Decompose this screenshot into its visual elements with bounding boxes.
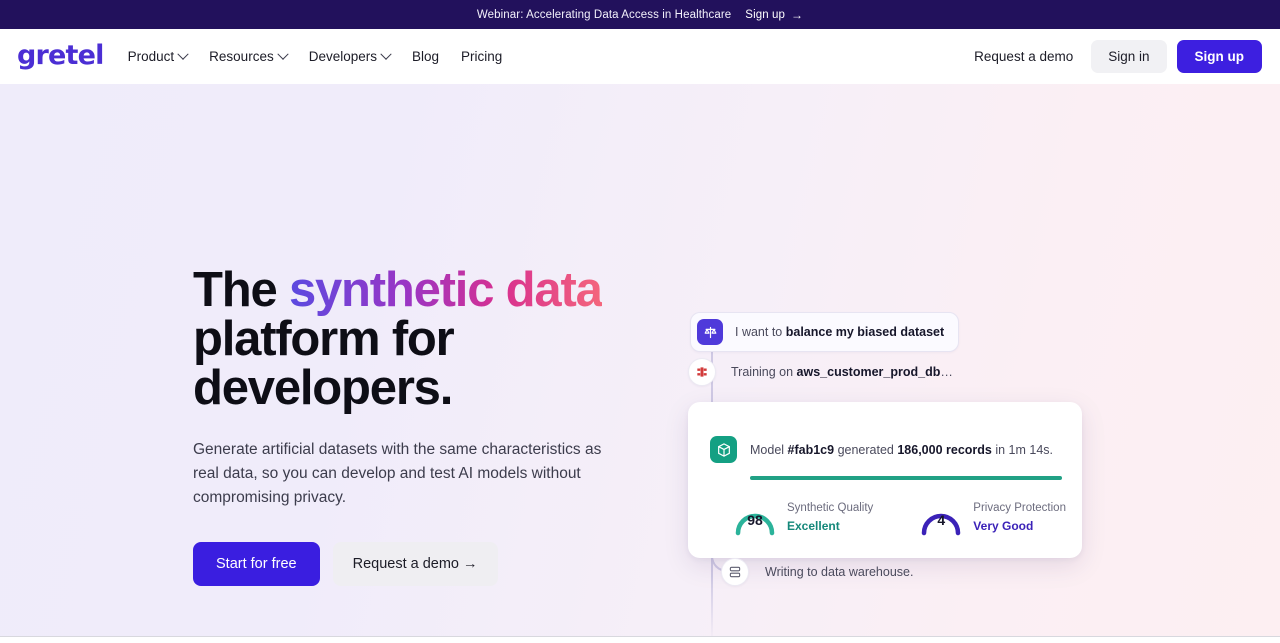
main-navbar: gretel Product Resources Developers Blog…: [0, 29, 1280, 84]
training-text: Training on aws_customer_prod_db…: [731, 365, 953, 379]
prompt-step: I want to balance my biased dataset: [690, 312, 959, 352]
quality-score-value: 98: [733, 512, 777, 528]
model-summary-text: Model #fab1c9 generated 186,000 records …: [750, 443, 1053, 457]
arrow-right-icon: →: [791, 9, 803, 21]
nav-item-developers[interactable]: Developers: [309, 49, 390, 64]
nav-actions: Request a demo Sign in Sign up: [966, 40, 1262, 73]
balance-scale-icon: [697, 319, 723, 345]
hero-cta-row: Start for free Request a demo →: [193, 542, 663, 586]
chevron-down-icon: [277, 48, 288, 59]
chevron-down-icon: [380, 48, 391, 59]
nav-item-blog-label: Blog: [412, 49, 439, 64]
database-red-icon: [688, 358, 716, 386]
announcement-signup-label: Sign up: [745, 9, 785, 21]
prompt-text-bold: balance my biased dataset: [786, 325, 944, 339]
generation-progress-bar: [750, 476, 1062, 480]
prompt-bubble: I want to balance my biased dataset: [690, 312, 959, 352]
primary-nav: Product Resources Developers Blog Pricin…: [128, 49, 503, 64]
nav-item-product[interactable]: Product: [128, 49, 188, 64]
warehouse-step: Writing to data warehouse.: [721, 558, 913, 586]
headline-gradient-text: synthetic data: [289, 263, 602, 317]
privacy-gauge-text: Privacy Protection Very Good: [973, 500, 1066, 535]
privacy-protection-gauge: 4 Privacy Protection Very Good: [919, 498, 1066, 538]
privacy-gauge-status: Very Good: [973, 517, 1066, 535]
quality-gauge-label: Synthetic Quality: [787, 500, 873, 517]
nav-item-resources-label: Resources: [209, 49, 274, 64]
chevron-down-icon: [178, 48, 189, 59]
model-record-count: 186,000 records: [897, 443, 992, 457]
privacy-score-value: 4: [919, 512, 963, 528]
prompt-text-pre: I want to: [735, 325, 786, 339]
privacy-gauge-label: Privacy Protection: [973, 500, 1066, 517]
quality-gauge-status: Excellent: [787, 517, 873, 535]
headline-prefix: The: [193, 263, 289, 317]
model-card-header: Model #fab1c9 generated 186,000 records …: [710, 436, 1058, 463]
nav-item-pricing[interactable]: Pricing: [461, 49, 502, 64]
cube-icon: [710, 436, 737, 463]
training-step: Training on aws_customer_prod_db…: [688, 358, 953, 386]
sign-up-button[interactable]: Sign up: [1177, 40, 1263, 73]
gretel-logo[interactable]: gretel: [17, 42, 104, 72]
announcement-banner: Webinar: Accelerating Data Access in Hea…: [0, 0, 1280, 29]
model-id: #fab1c9: [788, 443, 835, 457]
announcement-text: Webinar: Accelerating Data Access in Hea…: [477, 9, 731, 21]
score-gauges: 98 Synthetic Quality Excellent: [733, 498, 1058, 538]
quality-dial: 98: [733, 498, 777, 538]
hero-illustration: I want to balance my biased dataset Trai…: [688, 226, 1108, 626]
nav-item-blog[interactable]: Blog: [412, 49, 439, 64]
training-text-pre: Training on: [731, 365, 797, 379]
sign-in-button[interactable]: Sign in: [1091, 40, 1166, 73]
training-text-post: …: [940, 365, 953, 379]
privacy-dial: 4: [919, 498, 963, 538]
nav-item-pricing-label: Pricing: [461, 49, 502, 64]
nav-item-developers-label: Developers: [309, 49, 377, 64]
request-demo-button[interactable]: Request a demo →: [333, 542, 498, 586]
warehouse-text: Writing to data warehouse.: [765, 565, 913, 579]
prompt-text: I want to balance my biased dataset: [735, 325, 944, 339]
start-for-free-button[interactable]: Start for free: [193, 542, 320, 586]
hero-subhead: Generate artificial datasets with the sa…: [193, 438, 623, 510]
quality-gauge-text: Synthetic Quality Excellent: [787, 500, 873, 535]
nav-item-product-label: Product: [128, 49, 175, 64]
model-text-pre: Model: [750, 443, 788, 457]
hero-copy: The synthetic data platform for develope…: [193, 266, 663, 586]
model-text-mid: generated: [834, 443, 897, 457]
synthetic-quality-gauge: 98 Synthetic Quality Excellent: [733, 498, 873, 538]
model-text-post: in 1m 14s.: [992, 443, 1053, 457]
nav-item-resources[interactable]: Resources: [209, 49, 287, 64]
page-title: The synthetic data platform for develope…: [193, 266, 663, 413]
announcement-signup-link[interactable]: Sign up →: [745, 9, 803, 21]
request-demo-link[interactable]: Request a demo: [966, 49, 1081, 64]
headline-line-two: platform for developers.: [193, 315, 663, 413]
data-warehouse-icon: [721, 558, 749, 586]
training-text-bold: aws_customer_prod_db: [797, 365, 941, 379]
hero-section: The synthetic data platform for develope…: [0, 84, 1280, 637]
model-result-card: Model #fab1c9 generated 186,000 records …: [688, 402, 1082, 558]
